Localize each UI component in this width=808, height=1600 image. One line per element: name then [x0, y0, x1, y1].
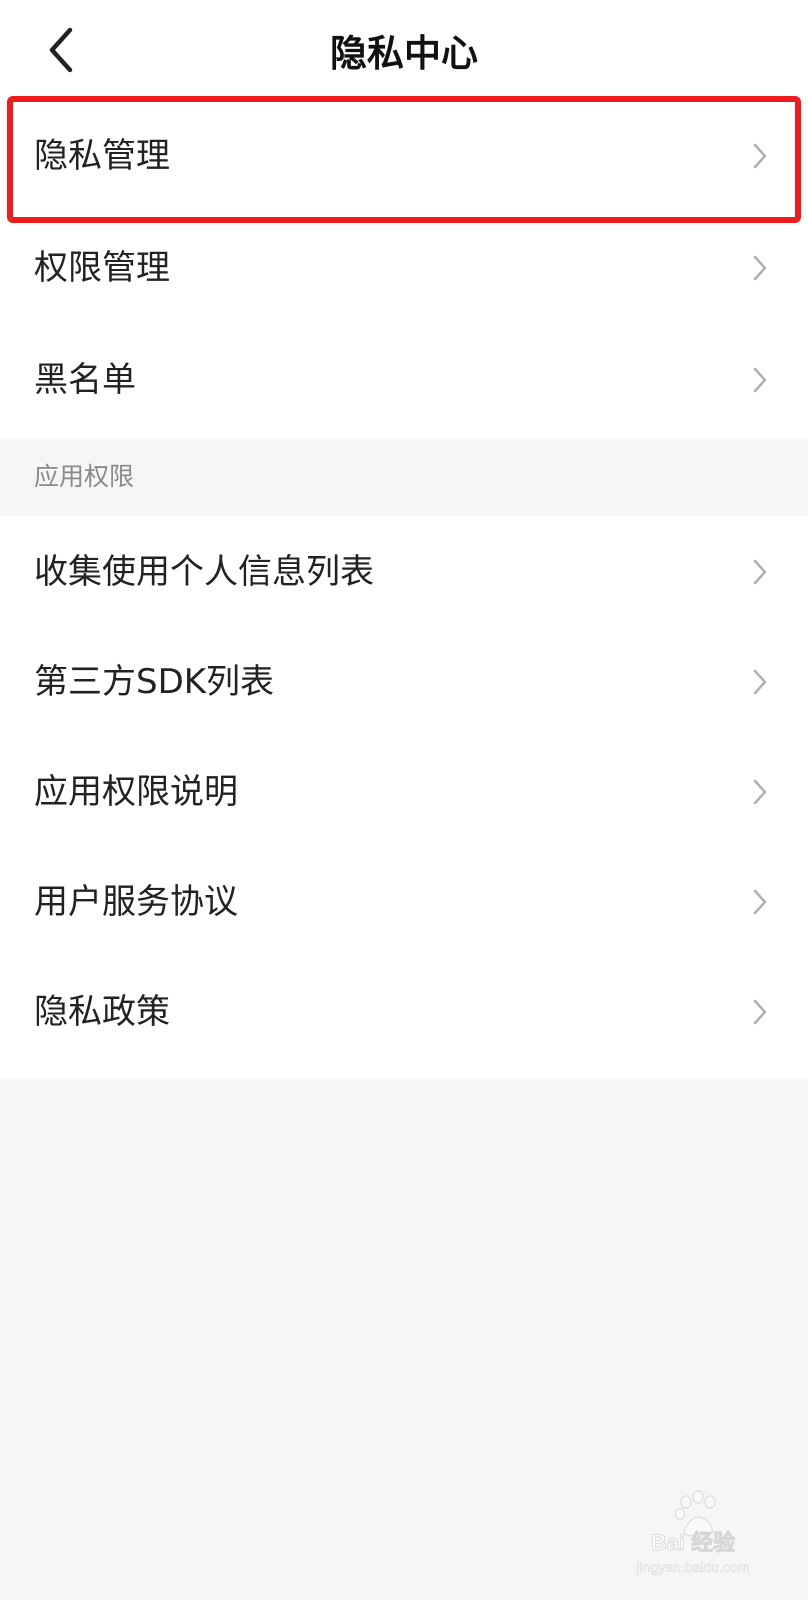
- menu-item-privacy-policy[interactable]: 隐私政策: [0, 956, 808, 1068]
- baidu-jingyan-watermark-logo: Bai 经验 jingyan.baidu.com: [618, 1488, 768, 1580]
- menu-item-personal-info-list[interactable]: 收集使用个人信息列表: [0, 516, 808, 628]
- top-bar: 隐私中心: [0, 0, 808, 100]
- svg-text:Bai 经验: Bai 经验: [651, 1530, 735, 1555]
- menu-item-app-permission-description[interactable]: 应用权限说明: [0, 736, 808, 848]
- menu-item-label: 第三方SDK列表: [34, 662, 275, 702]
- menu-group-privacy: 隐私管理 权限管理 黑名单: [0, 100, 808, 438]
- menu-item-label: 用户服务协议: [34, 882, 238, 922]
- menu-item-label: 收集使用个人信息列表: [34, 552, 374, 592]
- menu-item-permission-management[interactable]: 权限管理: [0, 212, 808, 324]
- chevron-right-icon: [752, 668, 768, 696]
- menu-item-label: 隐私政策: [34, 992, 170, 1032]
- menu-item-label: 应用权限说明: [34, 772, 238, 812]
- chevron-right-icon: [752, 558, 768, 586]
- chevron-right-icon: [752, 254, 768, 282]
- menu-group-app-permissions: 收集使用个人信息列表 第三方SDK列表 应用权限说明 用户服务协议 隐私政策: [0, 516, 808, 1078]
- menu-item-third-party-sdk-list[interactable]: 第三方SDK列表: [0, 626, 808, 738]
- chevron-right-icon: [752, 142, 768, 170]
- page-title: 隐私中心: [330, 32, 478, 75]
- section-header-app-permissions: 应用权限: [0, 438, 808, 516]
- menu-item-label: 隐私管理: [34, 136, 170, 176]
- chevron-right-icon: [752, 778, 768, 806]
- chevron-right-icon: [752, 888, 768, 916]
- svg-text:jingyan.baidu.com: jingyan.baidu.com: [636, 1559, 750, 1575]
- chevron-right-icon: [752, 366, 768, 394]
- menu-item-label: 黑名单: [34, 360, 136, 400]
- menu-item-blacklist[interactable]: 黑名单: [0, 324, 808, 436]
- section-label: 应用权限: [34, 462, 135, 491]
- menu-item-privacy-management[interactable]: 隐私管理: [0, 100, 808, 212]
- menu-item-user-service-agreement[interactable]: 用户服务协议: [0, 846, 808, 958]
- chevron-right-icon: [752, 998, 768, 1026]
- menu-item-label: 权限管理: [34, 248, 170, 288]
